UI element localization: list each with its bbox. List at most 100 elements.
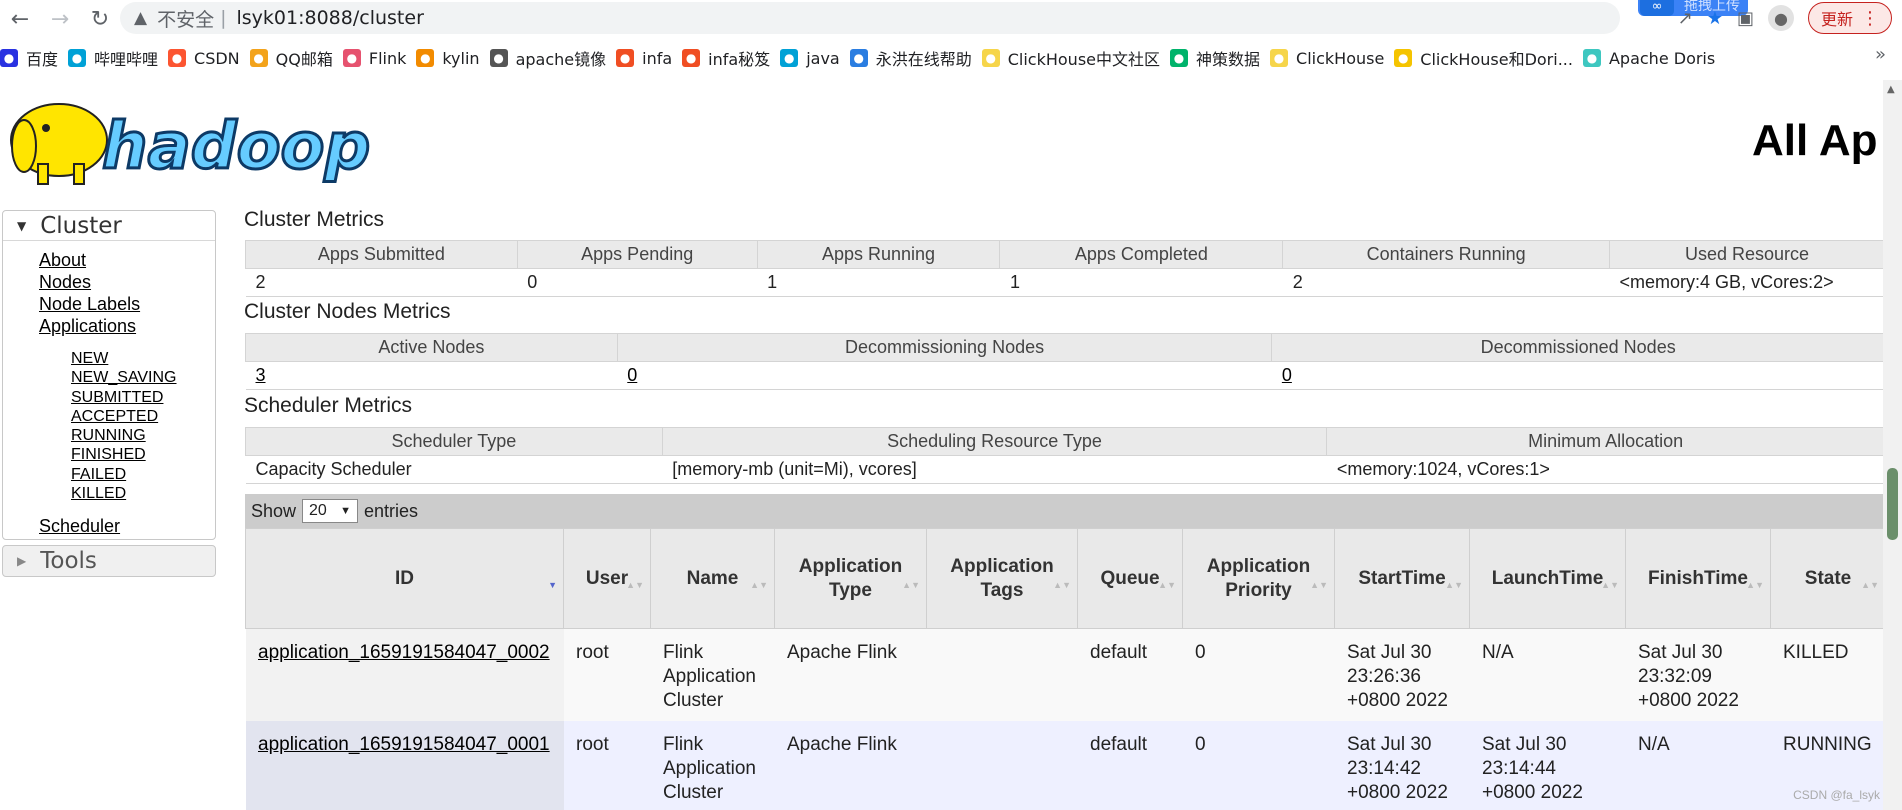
column-header[interactable]: Application Type ▲▼ [774, 528, 927, 629]
sidebar-state-finished[interactable]: FINISHED [71, 445, 215, 464]
bookmark-item[interactable]: ● infa秘笈 [682, 46, 780, 70]
table-cell: Sat Jul 30 23:26:36 +0800 2022 [1334, 628, 1470, 721]
metric-cell: <memory:4 GB, vCores:2> [1609, 268, 1883, 297]
bookmark-label: ClickHouse [1296, 48, 1385, 68]
bookmark-item[interactable]: ● java [780, 49, 850, 68]
back-icon[interactable]: ← [0, 1, 40, 37]
sidebar-state-new[interactable]: NEW [71, 349, 215, 368]
column-header[interactable]: ID ▼ [245, 528, 564, 629]
metric-link[interactable]: 0 [1282, 365, 1292, 385]
sidebar-link-scheduler[interactable]: Scheduler [39, 515, 215, 537]
yonghong-icon: ● [849, 49, 868, 67]
table-row: application_1659191584047_0001 root Flink … [245, 720, 1883, 810]
infa-icon: ● [682, 49, 701, 67]
clickhouse-icon: ● [1270, 49, 1289, 67]
sidebar-state-killed[interactable]: KILLED [71, 484, 215, 503]
bookmark-item[interactable]: ● 百度 [0, 46, 68, 70]
column-header[interactable]: Queue ▲▼ [1077, 528, 1183, 629]
bookmarks-overflow-icon[interactable]: » [1875, 44, 1886, 65]
column-header[interactable]: Application Tags ▲▼ [926, 528, 1078, 629]
bookmark-label: apache镜像 [515, 50, 607, 69]
bookmark-item[interactable]: ● ClickHouse和Dori... [1394, 46, 1583, 70]
url-text[interactable]: lsyk01:8088/cluster [237, 7, 424, 29]
sort-icon: ▲▼ [1861, 580, 1879, 590]
profile-avatar[interactable]: ● [1767, 5, 1794, 31]
sidebar-link-nodes[interactable]: Nodes [39, 271, 215, 293]
bookmark-item[interactable]: ● apache镜像 [489, 46, 617, 70]
column-header[interactable]: LaunchTime ▲▼ [1469, 528, 1626, 629]
sort-icon: ▲▼ [1310, 580, 1328, 590]
table-cell: Apache Flink [774, 628, 927, 721]
update-button[interactable]: 更新 ⋮ [1807, 2, 1892, 34]
column-header[interactable]: State ▲▼ [1770, 528, 1883, 629]
metric-cell: <memory:1024, vCores:1> [1326, 455, 1883, 484]
warning-icon[interactable]: ▲ [134, 8, 147, 28]
table-cell: 0 [1182, 628, 1335, 721]
table-cell: Flink Application Cluster [650, 628, 775, 721]
chevron-down-icon: ▼ [340, 505, 352, 517]
metric-header: Active Nodes [245, 333, 618, 362]
address-bar[interactable]: ▲ 不安全 | lsyk01:8088/cluster [120, 2, 1620, 34]
cluster-nav-panel: ▼ Cluster About Nodes Node Labels Applic… [2, 210, 216, 540]
metric-header: Scheduler Type [245, 427, 663, 456]
column-header[interactable]: Name ▲▼ [650, 528, 775, 629]
bookmark-item[interactable]: ● Flink [342, 49, 417, 68]
page-scrollbar[interactable]: ▲ [1883, 80, 1902, 810]
bookmark-item[interactable]: ● 哔哩哔哩 [68, 46, 168, 70]
sidebar-state-failed[interactable]: FAILED [71, 465, 215, 484]
star-icon[interactable]: ★ [1707, 8, 1723, 29]
sidebar-link-node-labels[interactable]: Node Labels [39, 293, 215, 315]
reload-icon[interactable]: ↻ [80, 1, 120, 37]
sidebar-state-accepted[interactable]: ACCEPTED [71, 407, 215, 426]
metric-header: Apps Running [756, 240, 1001, 269]
table-cell: KILLED [1770, 628, 1883, 721]
column-header[interactable]: User ▲▼ [563, 528, 651, 629]
cluster-panel-header[interactable]: ▼ Cluster [3, 211, 215, 241]
scroll-up-icon[interactable]: ▲ [1887, 84, 1895, 95]
metric-cell: 1 [757, 268, 1000, 297]
sidebar-link-applications[interactable]: Applications [39, 315, 215, 337]
entries-label: entries [364, 500, 419, 521]
infinity-extension-icon[interactable]: ∞ [1640, 0, 1674, 16]
column-header-label: Application Tags [950, 555, 1054, 601]
table-cell: default [1077, 628, 1183, 721]
column-header[interactable]: Application Priority ▲▼ [1182, 528, 1335, 629]
bookmark-item[interactable]: ● kylin [416, 49, 489, 68]
application-id-link[interactable]: application_1659191584047_0001 [258, 734, 550, 755]
bookmark-item[interactable]: ● 永洪在线帮助 [849, 46, 982, 70]
sidebar-state-running[interactable]: RUNNING [71, 426, 215, 445]
bookmark-item[interactable]: ● ClickHouse [1270, 49, 1394, 68]
bookmark-item[interactable]: ● Apache Doris [1582, 49, 1725, 68]
metric-cell: 0 [1271, 361, 1883, 390]
column-header[interactable]: FinishTime ▲▼ [1625, 528, 1771, 629]
bookmark-item[interactable]: ● 神策数据 [1170, 46, 1270, 70]
bookmark-label: infa秘笈 [708, 50, 771, 69]
column-header[interactable]: StartTime ▲▼ [1334, 528, 1470, 629]
metric-link[interactable]: 3 [256, 365, 266, 385]
sidebar-state-submitted[interactable]: SUBMITTED [71, 388, 215, 407]
scrollbar-thumb[interactable] [1887, 468, 1898, 540]
globe-icon: ● [489, 49, 508, 67]
page-title: All Ap [1752, 116, 1878, 165]
application-id-link[interactable]: application_1659191584047_0002 [258, 642, 550, 663]
forward-icon[interactable]: → [40, 1, 80, 37]
sidebar-link-about[interactable]: About [39, 249, 215, 271]
column-header-label: LaunchTime [1491, 567, 1604, 589]
table-cell: root [563, 720, 651, 810]
share-icon[interactable]: ↗ [1678, 8, 1693, 29]
tools-nav-panel[interactable]: ▶ Tools [2, 545, 216, 577]
entries-select[interactable]: 20 ▼ [302, 499, 359, 523]
bookmark-item[interactable]: ● infa [616, 49, 682, 68]
sidebar-state-new-saving[interactable]: NEW_SAVING [71, 368, 215, 387]
bookmarks-bar: ● 百度 ● 哔哩哔哩 ● CSDN ● QQ邮箱 ● Flink ● kylin ● apache镜像 ●… [0, 42, 1902, 74]
bookmark-item[interactable]: ● ClickHouse中文社区 [981, 46, 1170, 70]
doris-icon: ● [1582, 49, 1601, 67]
metric-header: Apps Pending [516, 240, 758, 269]
infa-icon: ● [616, 49, 635, 67]
bookmark-item[interactable]: ● CSDN [168, 49, 250, 68]
bookmark-item[interactable]: ● QQ邮箱 [249, 46, 343, 70]
window-icon[interactable]: ▣ [1737, 8, 1754, 29]
metric-link[interactable]: 0 [627, 365, 637, 385]
sort-icon: ▲▼ [1746, 580, 1764, 590]
sort-icon: ▲▼ [1053, 580, 1071, 590]
